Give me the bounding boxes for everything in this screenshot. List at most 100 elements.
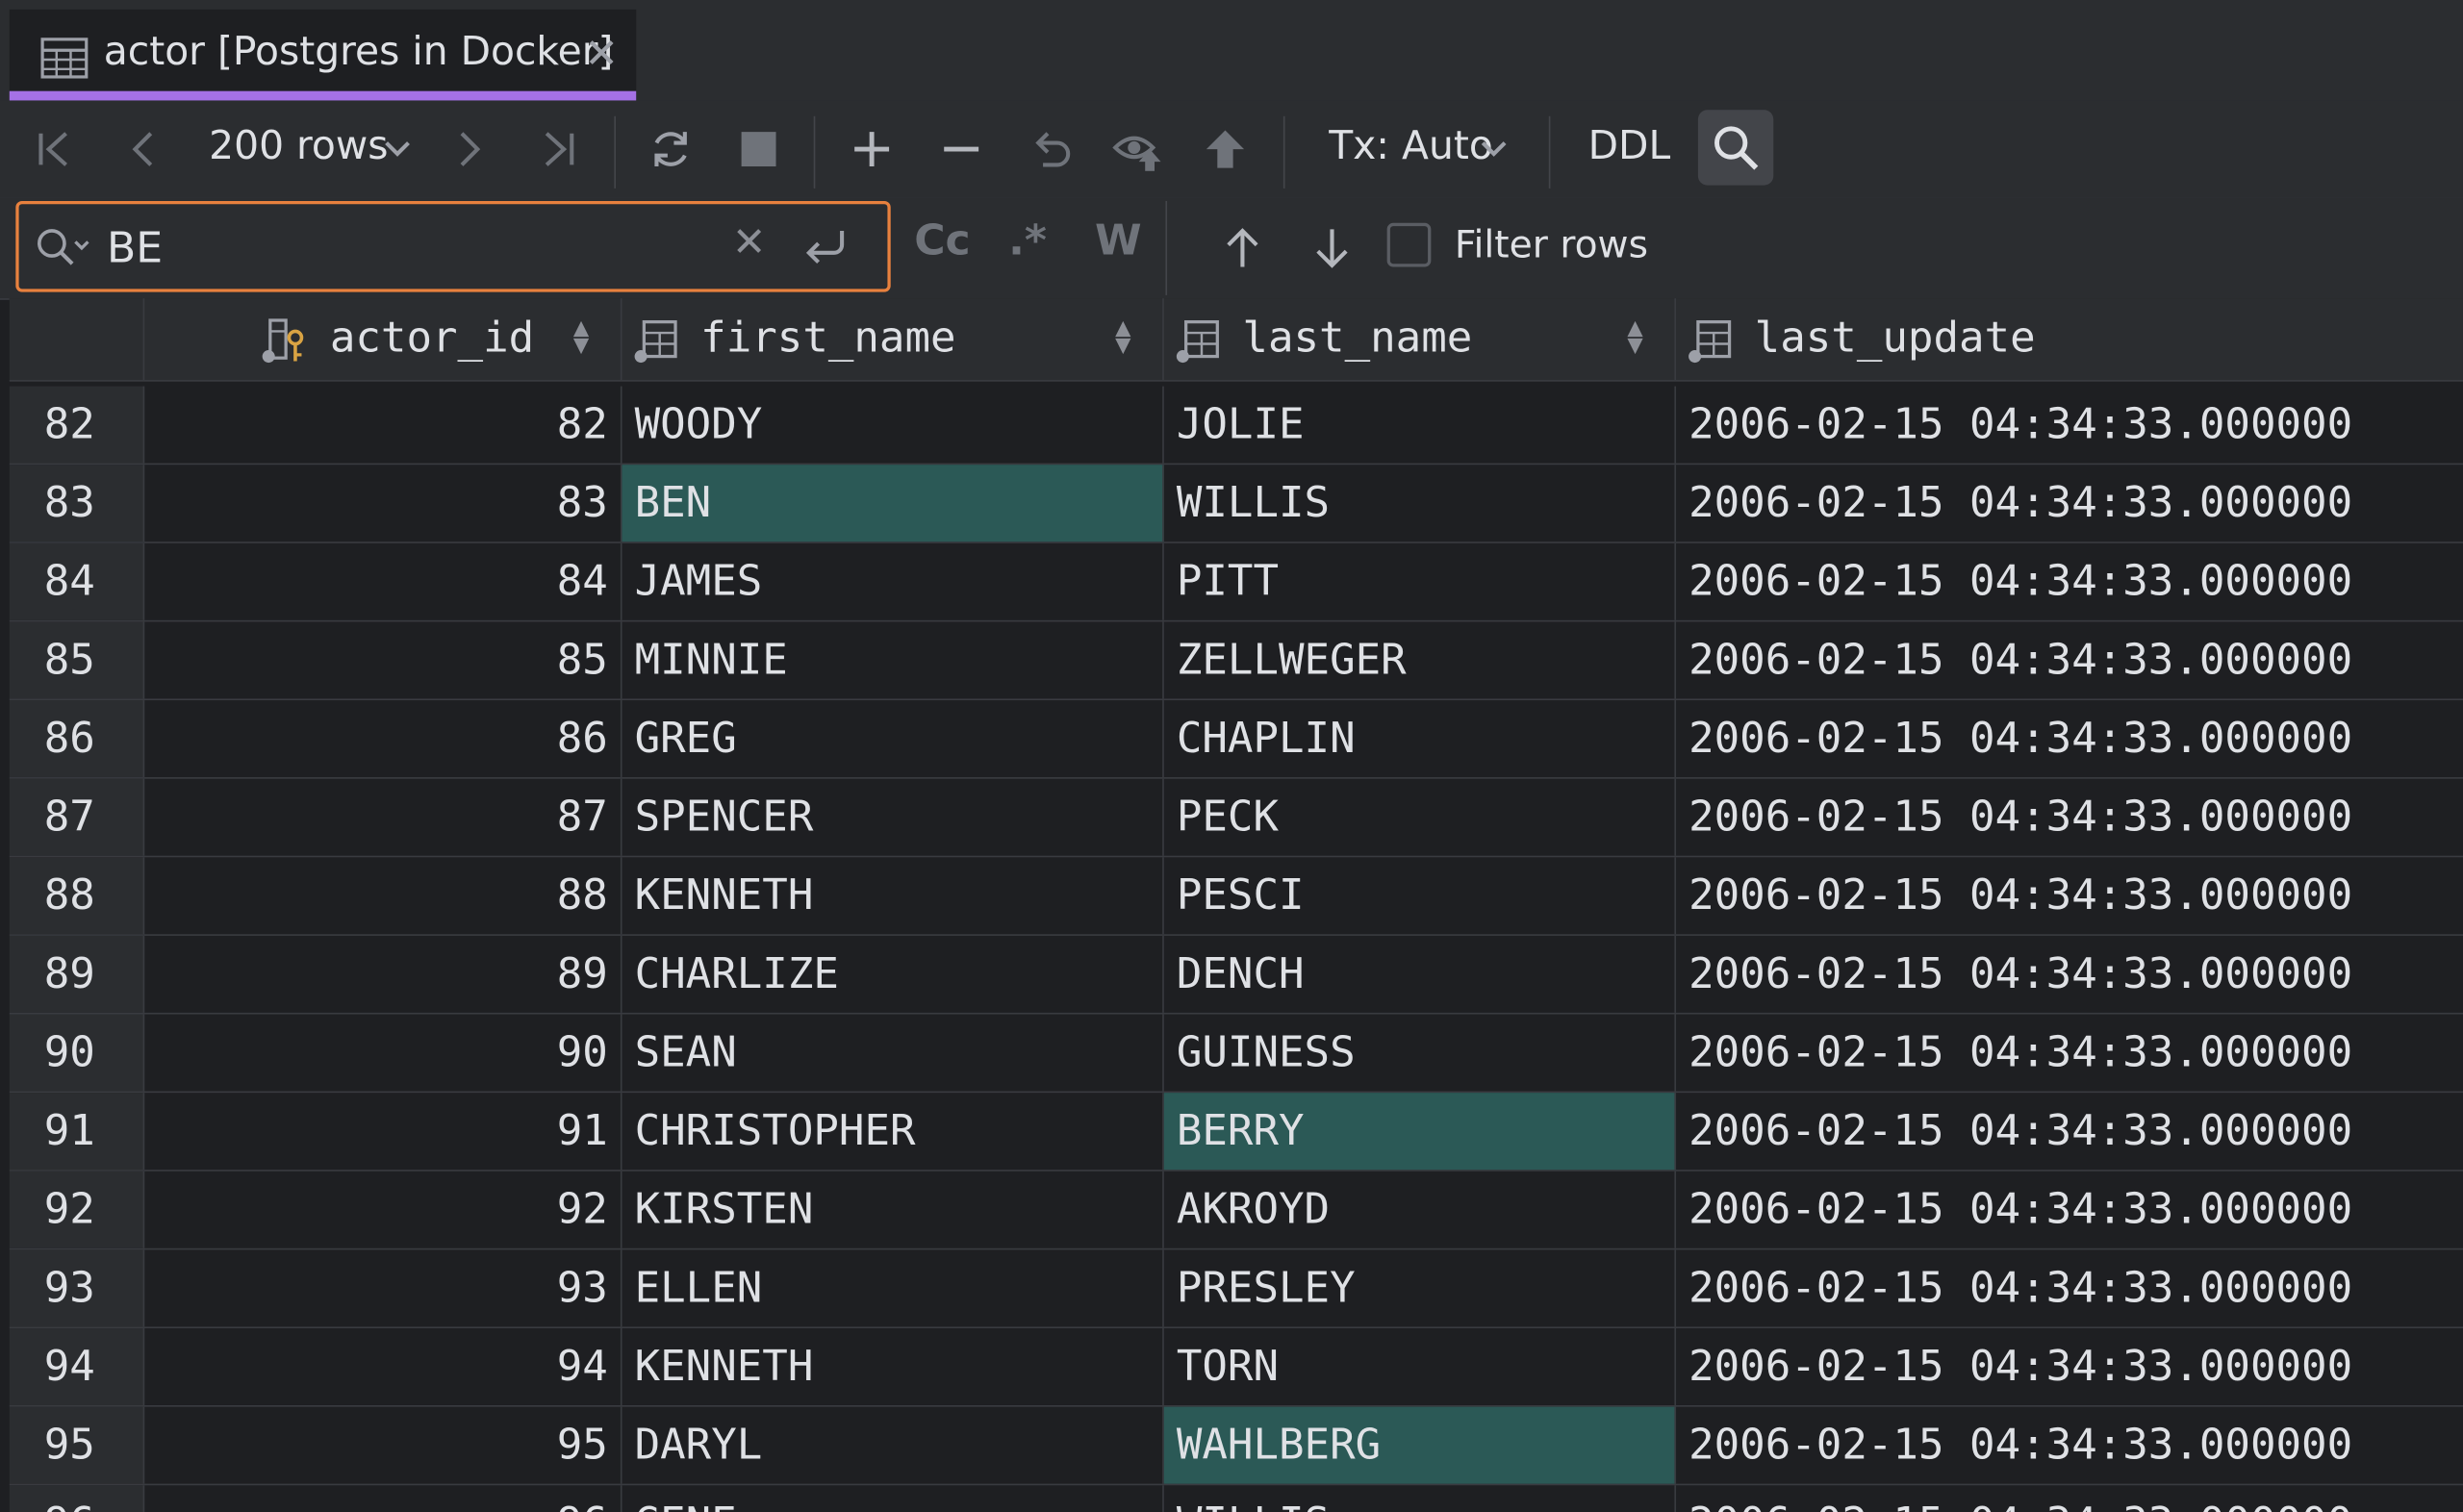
table-row[interactable]: 94 94 KENNETH TORN 2006-02-15 04:34:33.00000…: [9, 1328, 2463, 1407]
cell-last-update[interactable]: 2006-02-15 04:34:33.000000: [1676, 1015, 2463, 1092]
stop-icon[interactable]: [735, 100, 782, 197]
cell-last-name[interactable]: DENCH: [1164, 935, 1677, 1013]
arrow-up-icon[interactable]: [1219, 198, 1266, 298]
search-field[interactable]: ✕: [15, 200, 891, 292]
transaction-mode-selector[interactable]: Tx: Auto: [1329, 122, 1493, 167]
cell-actor-id[interactable]: 92: [144, 1171, 622, 1248]
chevron-down-icon[interactable]: [380, 100, 415, 197]
cell-actor-id[interactable]: 94: [144, 1328, 622, 1405]
preview-pending-changes-icon[interactable]: [1109, 100, 1169, 197]
cell-first-name[interactable]: KENNETH: [622, 1328, 1164, 1405]
cell-last-name[interactable]: PESCI: [1164, 857, 1677, 935]
cell-actor-id[interactable]: 89: [144, 935, 622, 1013]
cell-last-name[interactable]: JOLIE: [1164, 386, 1677, 464]
filter-rows-checkbox[interactable]: [1386, 222, 1432, 267]
submit-icon[interactable]: [1200, 100, 1250, 197]
cell-actor-id[interactable]: 91: [144, 1093, 622, 1171]
search-history-icon[interactable]: [35, 226, 94, 270]
column-header-last-name[interactable]: last_name ▲ ▼: [1164, 298, 1677, 381]
cell-actor-id[interactable]: 82: [144, 386, 622, 464]
cell-first-name[interactable]: CHARLIZE: [622, 935, 1164, 1013]
cell-last-name[interactable]: TORN: [1164, 1328, 1677, 1405]
column-header-last-update[interactable]: last_update: [1676, 298, 2463, 380]
cell-first-name[interactable]: CHRISTOPHER: [622, 1093, 1164, 1171]
table-row[interactable]: 92 92 KIRSTEN AKROYD 2006-02-15 04:34:33.000…: [9, 1171, 2463, 1250]
table-row[interactable]: 93 93 ELLEN PRESLEY 2006-02-15 04:34:33.0000…: [9, 1249, 2463, 1329]
cell-last-update[interactable]: 2006-02-15 04:34:33.000000: [1676, 1485, 2463, 1512]
cell-last-name[interactable]: AKROYD: [1164, 1171, 1677, 1248]
cell-actor-id[interactable]: 87: [144, 778, 622, 856]
whole-words-toggle[interactable]: W: [1095, 216, 1142, 265]
cell-first-name[interactable]: DARYL: [622, 1406, 1164, 1484]
cell-actor-id[interactable]: 90: [144, 1014, 622, 1092]
regex-toggle[interactable]: .*: [1008, 216, 1047, 265]
refresh-icon[interactable]: [644, 100, 698, 197]
delete-row-icon[interactable]: [938, 100, 985, 197]
match-case-toggle[interactable]: Cc: [914, 216, 970, 265]
table-row[interactable]: 91 91 CHRISTOPHER BERRY 2006-02-15 04:34:33.…: [9, 1093, 2463, 1172]
search-input[interactable]: [107, 216, 704, 280]
cell-last-name[interactable]: WILLIS: [1164, 465, 1677, 542]
cell-actor-id[interactable]: 93: [144, 1249, 622, 1327]
cell-first-name[interactable]: WOODY: [622, 386, 1164, 464]
close-icon[interactable]: ✕: [584, 32, 619, 79]
cell-actor-id[interactable]: 95: [144, 1406, 622, 1484]
cell-last-name[interactable]: WAHLBERG: [1163, 1406, 1677, 1484]
cell-first-name[interactable]: SPENCER: [622, 778, 1164, 856]
table-row[interactable]: 88 88 KENNETH PESCI 2006-02-15 04:34:33.0000…: [9, 857, 2463, 936]
table-row[interactable]: 84 84 JAMES PITT 2006-02-15 04:34:33.000000: [9, 542, 2463, 622]
tab-actor[interactable]: actor [Postgres in Docker] ✕: [9, 9, 637, 101]
cell-last-name[interactable]: CHAPLIN: [1164, 700, 1677, 778]
cell-last-update[interactable]: 2006-02-15 04:34:33.000000: [1676, 1328, 2463, 1405]
sort-icon[interactable]: ▲ ▼: [1115, 318, 1130, 356]
cell-first-name[interactable]: JAMES: [622, 542, 1164, 620]
cell-last-update[interactable]: 2006-02-15 04:34:33.000000: [1676, 1249, 2463, 1326]
cell-actor-id[interactable]: 88: [144, 857, 622, 935]
sort-icon[interactable]: ▲ ▼: [1627, 318, 1642, 356]
cell-actor-id[interactable]: 84: [144, 542, 622, 620]
revert-icon[interactable]: [1024, 100, 1078, 197]
cell-last-name[interactable]: PECK: [1164, 778, 1677, 856]
table-row[interactable]: 9696GENEWILLIS2006-02-15 04:34:33.000000: [9, 1485, 2463, 1512]
cell-first-name[interactable]: GREG: [622, 700, 1164, 778]
cell-first-name[interactable]: KENNETH: [622, 857, 1164, 935]
clear-search-icon[interactable]: ✕: [732, 220, 767, 267]
cell-last-name[interactable]: GUINESS: [1164, 1014, 1677, 1092]
table-row[interactable]: 85 85 MINNIE ZELLWEGER 2006-02-15 04:34:33.0…: [9, 621, 2463, 701]
cell-last-update[interactable]: 2006-02-15 04:34:33.000000: [1676, 1407, 2463, 1484]
cell-last-name[interactable]: PRESLEY: [1164, 1249, 1677, 1327]
table-row[interactable]: 86 86 GREG CHAPLIN 2006-02-15 04:34:33.00000…: [9, 700, 2463, 779]
rows-page-size-selector[interactable]: 200 rows: [209, 122, 388, 167]
cell-first-name[interactable]: GENE: [622, 1485, 1164, 1512]
table-row[interactable]: 82 82 WOODY JOLIE 2006-02-15 04:34:33.000000: [9, 386, 2463, 466]
cell-last-update[interactable]: 2006-02-15 04:34:33.000000: [1676, 543, 2463, 620]
cell-last-update[interactable]: 2006-02-15 04:34:33.000000: [1676, 857, 2463, 934]
chevron-down-icon[interactable]: [1477, 100, 1511, 197]
cell-last-name[interactable]: ZELLWEGER: [1164, 621, 1677, 699]
cell-actor-id[interactable]: 85: [144, 621, 622, 699]
cell-first-name[interactable]: MINNIE: [622, 621, 1164, 699]
table-row[interactable]: 87 87 SPENCER PECK 2006-02-15 04:34:33.00000…: [9, 778, 2463, 858]
cell-last-update[interactable]: 2006-02-15 04:34:33.000000: [1676, 936, 2463, 1013]
cell-last-update[interactable]: 2006-02-15 04:34:33.000000: [1676, 1093, 2463, 1170]
last-page-icon[interactable]: [534, 100, 581, 197]
cell-last-update[interactable]: 2006-02-15 04:34:33.000000: [1676, 621, 2463, 698]
cell-first-name[interactable]: SEAN: [622, 1014, 1164, 1092]
ddl-button[interactable]: DDL: [1588, 122, 1671, 167]
cell-last-update[interactable]: 2006-02-15 04:34:33.000000: [1676, 465, 2463, 542]
cell-last-update[interactable]: 2006-02-15 04:34:33.000000: [1676, 700, 2463, 777]
cell-actor-id[interactable]: 96: [144, 1485, 622, 1512]
first-page-icon[interactable]: [32, 100, 79, 197]
previous-page-icon[interactable]: [122, 100, 163, 197]
column-header-first-name[interactable]: first_name ▲ ▼: [622, 298, 1164, 381]
cell-last-name[interactable]: WILLIS: [1164, 1485, 1677, 1512]
cell-first-name[interactable]: KIRSTEN: [622, 1171, 1164, 1248]
search-toggle-button[interactable]: [1697, 110, 1774, 186]
new-line-icon[interactable]: [801, 226, 851, 270]
cell-last-update[interactable]: 2006-02-15 04:34:33.000000: [1676, 387, 2463, 464]
table-row[interactable]: 83 83 BEN WILLIS 2006-02-15 04:34:33.000000: [9, 465, 2463, 543]
cell-last-name[interactable]: BERRY: [1163, 1093, 1677, 1171]
table-row[interactable]: 90 90 SEAN GUINESS 2006-02-15 04:34:33.00000…: [9, 1014, 2463, 1094]
cell-last-update[interactable]: 2006-02-15 04:34:33.000000: [1676, 779, 2463, 856]
cell-first-name[interactable]: ELLEN: [622, 1249, 1164, 1327]
